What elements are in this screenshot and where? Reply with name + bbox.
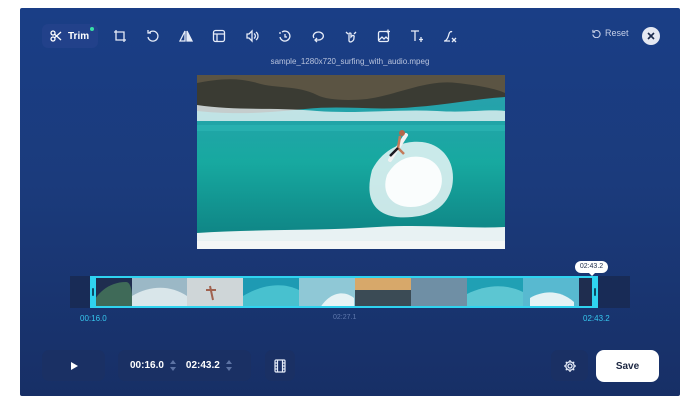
file-name: sample_1280x720_surfing_with_audio.mpeg [270, 57, 430, 66]
video-preview[interactable] [197, 75, 505, 249]
flip-button[interactable] [175, 25, 197, 47]
speed-button[interactable] [274, 25, 296, 47]
start-time-stepper[interactable] [169, 360, 176, 371]
end-time-tooltip: 02:43.2 [575, 261, 608, 276]
close-button[interactable] [642, 27, 660, 45]
trim-start-handle[interactable] [90, 276, 96, 308]
text-icon [411, 30, 424, 42]
loop-button[interactable] [307, 25, 329, 47]
volume-button[interactable] [241, 25, 263, 47]
end-time-field[interactable]: 02:43.2 [186, 360, 220, 371]
reset-icon [592, 29, 601, 38]
image-overlay-icon [377, 29, 391, 43]
flip-icon [179, 30, 194, 42]
timeline-current-time: 02:27.1 [333, 314, 357, 321]
crop-icon [114, 30, 127, 42]
volume-icon [246, 29, 259, 43]
timeline-end-time: 02:43.2 [583, 314, 610, 323]
timeline-start-time: 00:16.0 [80, 314, 107, 323]
start-time-field[interactable]: 00:16.0 [130, 360, 164, 371]
rotate-icon [147, 30, 159, 42]
settings-button[interactable] [551, 350, 588, 381]
stabilize-button[interactable] [340, 25, 362, 47]
subtitle-icon [212, 29, 226, 43]
save-button[interactable]: Save [596, 350, 659, 382]
text-button[interactable] [406, 25, 428, 47]
crop-button[interactable] [109, 25, 131, 47]
subtitle-button[interactable] [208, 25, 230, 47]
image-overlay-button[interactable] [373, 25, 395, 47]
loop-icon [312, 31, 325, 43]
trim-label: Trim [68, 30, 90, 42]
stabilize-icon [345, 31, 357, 43]
selection-top-border [92, 276, 598, 278]
remove-watermark-button[interactable] [439, 25, 461, 47]
toolbar: Trim [42, 24, 461, 48]
scissors-icon [50, 30, 62, 42]
active-badge [90, 27, 95, 31]
chevron-up-icon[interactable] [169, 360, 176, 364]
timeline-thumbnails [70, 276, 630, 308]
rotate-button[interactable] [142, 25, 164, 47]
timeline-strip[interactable] [70, 276, 630, 308]
trim-time-range: 00:16.0 02:43.2 [118, 350, 251, 381]
trim-button[interactable]: Trim [42, 24, 99, 48]
surfing-video-frame [197, 75, 505, 249]
split-button[interactable] [265, 350, 295, 381]
close-icon [647, 32, 655, 40]
chevron-down-icon[interactable] [225, 367, 232, 371]
end-time-stepper[interactable] [225, 360, 232, 371]
play-icon [70, 361, 78, 370]
video-editor-window: Trim Reset sample_1280x720_surfing_with_… [20, 8, 680, 396]
speed-icon [279, 30, 291, 42]
selection-bottom-border [92, 306, 598, 308]
trim-end-handle[interactable] [592, 276, 598, 308]
remove-watermark-icon [444, 30, 457, 43]
play-button[interactable] [42, 350, 105, 381]
chevron-down-icon[interactable] [169, 367, 176, 371]
reset-button[interactable]: Reset [592, 28, 629, 38]
film-split-icon [274, 358, 286, 373]
reset-label: Reset [605, 28, 629, 38]
chevron-up-icon[interactable] [225, 360, 232, 364]
gear-icon [563, 359, 576, 372]
